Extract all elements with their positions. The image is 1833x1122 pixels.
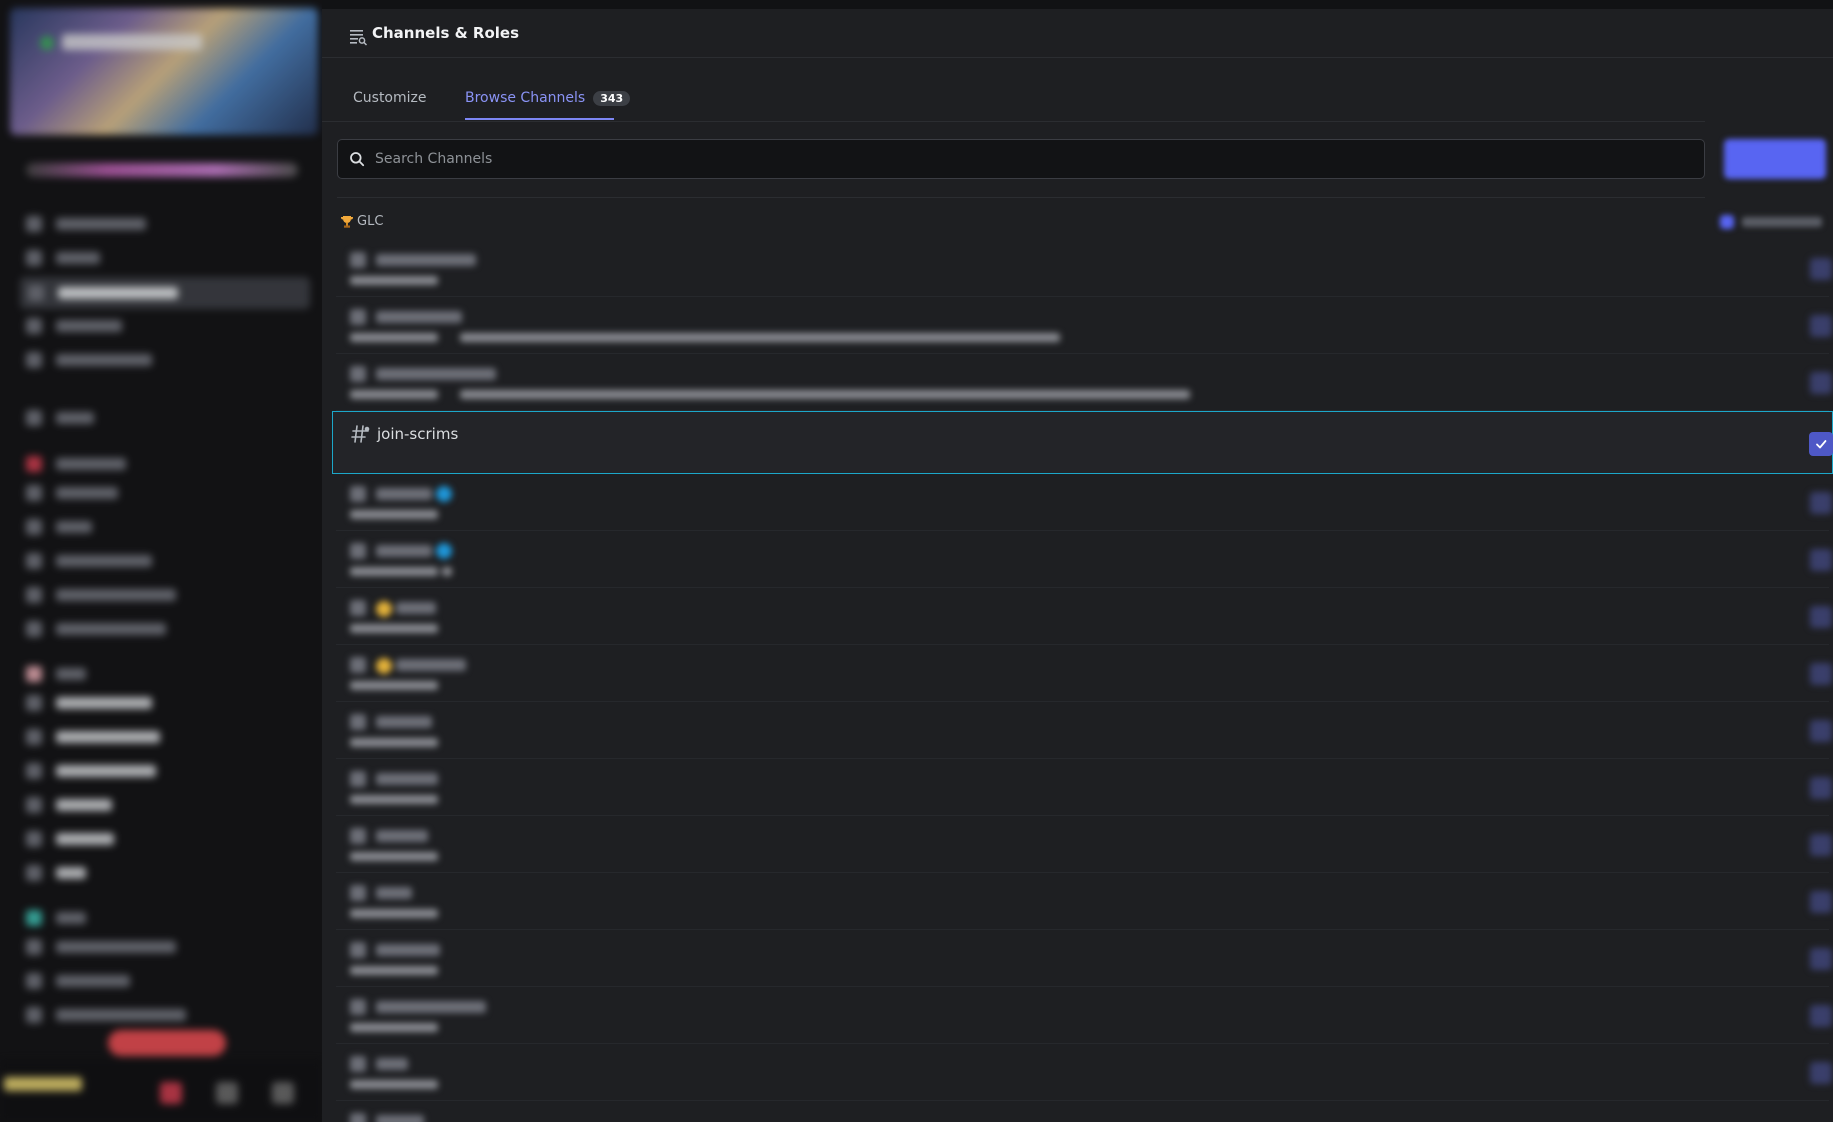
sidebar-channel[interactable] (26, 517, 92, 537)
sidebar-category[interactable] (26, 664, 86, 684)
sidebar-forum[interactable] (26, 761, 156, 781)
create-channel-button[interactable] (1724, 139, 1826, 179)
channel-row[interactable] (336, 297, 1832, 354)
sidebar-category[interactable] (26, 454, 126, 474)
channel-row[interactable] (336, 816, 1832, 873)
page-title: Channels & Roles (372, 24, 520, 42)
app-window: Channels & Roles Customize Browse Channe… (0, 0, 1833, 1122)
sidebar-forum[interactable] (26, 693, 152, 713)
category-label: GLC (357, 214, 384, 229)
sidebar-channel[interactable] (26, 971, 130, 991)
username[interactable] (4, 1077, 82, 1091)
sidebar-item[interactable] (26, 316, 122, 336)
channel-count-badge: 343 (593, 91, 631, 106)
sidebar-forum[interactable] (26, 863, 86, 883)
category-header: GLC (340, 214, 383, 229)
channel-row[interactable] (336, 474, 1832, 531)
search-icon (350, 152, 365, 167)
follow-category-toggle[interactable] (1720, 215, 1830, 229)
sidebar-category[interactable] (26, 908, 86, 928)
tab-customize[interactable]: Customize (353, 90, 427, 106)
channel-row[interactable] (336, 354, 1832, 411)
main-content: Channels & Roles Customize Browse Channe… (322, 0, 1833, 1122)
boost-progress-bar[interactable] (26, 163, 298, 177)
sidebar-forum[interactable] (26, 829, 114, 849)
sidebar-channel[interactable] (26, 483, 118, 503)
server-sidebar (0, 0, 322, 1122)
channel-row[interactable] (336, 759, 1832, 816)
sidebar-item-channels-roles[interactable] (20, 277, 310, 309)
channel-list: join-scrims (332, 240, 1833, 1122)
channel-row[interactable] (336, 645, 1832, 702)
channel-row[interactable] (336, 702, 1832, 759)
search-box[interactable] (337, 139, 1705, 179)
channel-row[interactable] (336, 240, 1832, 297)
sidebar-channel[interactable] (26, 585, 176, 605)
tab-browse-channels[interactable]: Browse Channels 343 (465, 90, 631, 106)
channel-row[interactable] (336, 588, 1832, 645)
mute-button[interactable] (160, 1082, 182, 1104)
sidebar-channel[interactable] (26, 619, 166, 639)
channel-name: join-scrims (377, 425, 459, 443)
sidebar-channel[interactable] (26, 937, 176, 957)
new-unreads-pill[interactable] (108, 1030, 226, 1056)
sidebar-channel[interactable] (26, 551, 152, 571)
sidebar-channel[interactable] (26, 1005, 186, 1025)
trophy-icon (341, 215, 353, 228)
channel-browse-icon (350, 30, 368, 46)
sidebar-item[interactable] (26, 248, 100, 268)
deafen-button[interactable] (216, 1082, 238, 1104)
sidebar-item[interactable] (26, 214, 146, 234)
channel-row[interactable] (336, 531, 1832, 588)
tab-label: Browse Channels (465, 90, 586, 106)
server-banner[interactable] (10, 8, 318, 135)
channel-row-selected[interactable]: join-scrims (332, 411, 1833, 474)
active-tab-indicator (465, 118, 614, 120)
page-header: Channels & Roles (322, 9, 1833, 58)
tab-bar: Customize Browse Channels 343 (322, 58, 1705, 122)
sidebar-forum[interactable] (26, 795, 112, 815)
follow-checkbox[interactable] (1809, 432, 1833, 456)
channel-row[interactable] (336, 1101, 1829, 1122)
channel-row[interactable] (336, 873, 1832, 930)
sidebar-forum[interactable] (26, 727, 160, 747)
sidebar-item[interactable] (26, 350, 152, 370)
channel-row[interactable] (336, 1044, 1832, 1101)
user-settings-button[interactable] (272, 1082, 294, 1104)
tab-label: Customize (353, 90, 427, 106)
thread-channel-icon (351, 425, 370, 443)
check-icon (1816, 440, 1827, 449)
search-input[interactable] (375, 148, 1675, 170)
sidebar-channel[interactable] (26, 408, 94, 428)
channel-row[interactable] (336, 987, 1832, 1044)
channel-row[interactable] (336, 930, 1832, 987)
